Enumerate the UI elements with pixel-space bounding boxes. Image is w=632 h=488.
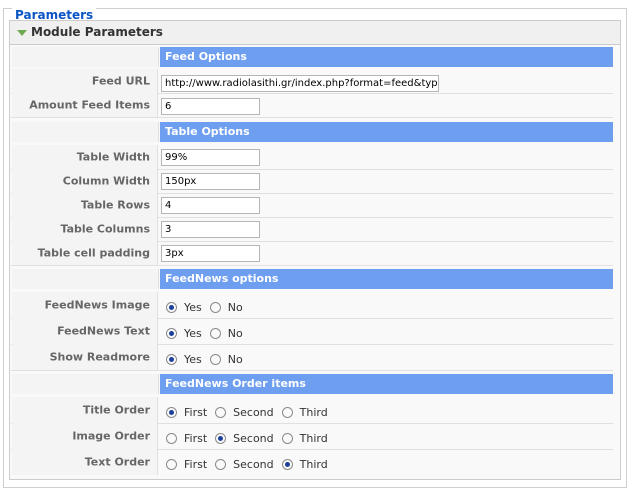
no-label: No bbox=[227, 353, 243, 366]
show-readmore-label: Show Readmore bbox=[49, 350, 150, 364]
row-column-width: Column Width bbox=[11, 169, 613, 194]
amount-feed-items-input[interactable]: 6 bbox=[161, 98, 260, 115]
feednews-text-radios: Yes No bbox=[166, 327, 251, 340]
third-label: Third bbox=[299, 406, 328, 419]
show-readmore-radios: Yes No bbox=[166, 353, 251, 366]
title-order-second-radio[interactable] bbox=[215, 407, 227, 418]
section-spacer bbox=[12, 374, 159, 394]
table-rows-input[interactable]: 4 bbox=[161, 197, 260, 214]
feed-url-label: Feed URL bbox=[91, 74, 150, 88]
title-order-third-radio[interactable] bbox=[281, 407, 293, 418]
feednews-text-label: FeedNews Text bbox=[57, 324, 150, 338]
feednews-image-radios: Yes No bbox=[166, 301, 251, 314]
expand-triangle-icon bbox=[17, 30, 27, 36]
text-order-first-radio[interactable] bbox=[166, 459, 177, 470]
feednews-image-label: FeedNews Image bbox=[44, 298, 150, 312]
section-spacer bbox=[12, 269, 159, 289]
image-order-first-radio[interactable] bbox=[166, 433, 177, 444]
row-table-rows: Table Rows bbox=[11, 193, 613, 218]
table-columns-label: Table Columns bbox=[60, 222, 150, 236]
table-rows-label: Table Rows bbox=[80, 198, 150, 212]
column-width-input[interactable]: 150px bbox=[161, 173, 260, 190]
text-order-label: Text Order bbox=[84, 455, 150, 469]
feednews-text-no-radio[interactable] bbox=[209, 328, 221, 339]
row-feednews-image: FeedNews Image bbox=[11, 292, 613, 319]
feednews-text-yes-radio[interactable] bbox=[166, 328, 177, 339]
row-feednews-text: FeedNews Text bbox=[11, 318, 613, 345]
text-order-second-radio[interactable] bbox=[215, 459, 227, 470]
section-feed-options: Feed Options bbox=[160, 47, 613, 67]
third-label: Third bbox=[299, 458, 328, 471]
feednews-image-no-radio[interactable] bbox=[209, 302, 221, 313]
show-readmore-no-radio[interactable] bbox=[209, 354, 221, 365]
show-readmore-yes-radio[interactable] bbox=[166, 354, 177, 365]
section-feednews-options: FeedNews options bbox=[160, 269, 613, 289]
text-order-radios: First Second Third bbox=[166, 458, 336, 471]
panel-title: Module Parameters bbox=[31, 25, 163, 39]
section-table-options: Table Options bbox=[160, 122, 613, 142]
row-table-columns: Table Columns bbox=[11, 217, 613, 242]
title-order-first-radio[interactable] bbox=[166, 407, 177, 418]
table-cell-padding-input[interactable]: 3px bbox=[161, 245, 260, 262]
image-order-third-radio[interactable] bbox=[281, 433, 293, 444]
first-label: First bbox=[184, 406, 208, 419]
column-width-label: Column Width bbox=[62, 174, 150, 188]
feednews-image-yes-radio[interactable] bbox=[166, 302, 177, 313]
image-order-radios: First Second Third bbox=[166, 432, 336, 445]
row-show-readmore: Show Readmore bbox=[11, 344, 613, 371]
table-width-input[interactable]: 99% bbox=[161, 149, 260, 166]
title-order-radios: First Second Third bbox=[166, 406, 336, 419]
image-order-label: Image Order bbox=[72, 429, 150, 443]
text-order-third-radio[interactable] bbox=[281, 459, 293, 470]
row-table-width: Table Width bbox=[11, 145, 613, 170]
panel-header[interactable]: Module Parameters bbox=[10, 21, 620, 45]
yes-label: Yes bbox=[184, 327, 202, 340]
row-amount-feed-items: Amount Feed Items bbox=[11, 93, 613, 118]
title-order-label: Title Order bbox=[82, 403, 150, 417]
first-label: First bbox=[184, 458, 208, 471]
amount-feed-items-label: Amount Feed Items bbox=[29, 98, 150, 112]
second-label: Second bbox=[233, 458, 274, 471]
yes-label: Yes bbox=[184, 301, 202, 314]
second-label: Second bbox=[233, 406, 274, 419]
third-label: Third bbox=[299, 432, 328, 445]
second-label: Second bbox=[233, 432, 274, 445]
section-spacer bbox=[12, 122, 159, 142]
table-cell-padding-label: Table cell padding bbox=[37, 246, 150, 260]
table-width-label: Table Width bbox=[76, 150, 150, 164]
first-label: First bbox=[184, 432, 208, 445]
no-label: No bbox=[227, 301, 243, 314]
no-label: No bbox=[227, 327, 243, 340]
section-spacer bbox=[12, 47, 159, 67]
section-order-items: FeedNews Order items bbox=[160, 374, 613, 394]
row-table-cell-padding: Table cell padding bbox=[11, 241, 613, 266]
table-columns-input[interactable]: 3 bbox=[161, 221, 260, 238]
feed-url-input[interactable]: http://www.radiolasithi.gr/index.php?for… bbox=[161, 75, 439, 92]
yes-label: Yes bbox=[184, 353, 202, 366]
image-order-second-radio[interactable] bbox=[215, 433, 227, 444]
